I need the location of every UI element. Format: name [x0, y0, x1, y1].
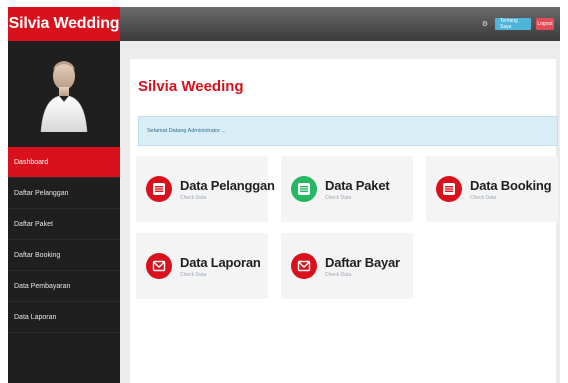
tile-data-laporan[interactable]: Data Laporan Check Data — [136, 233, 268, 299]
about-me-button[interactable]: Tentang Saya — [495, 18, 531, 30]
tile-data-pelanggan[interactable]: Data Pelanggan Check Data — [136, 156, 275, 222]
list-icon — [146, 176, 172, 202]
tile-check-link[interactable]: Check Data — [180, 272, 261, 278]
tile-title: Data Laporan — [180, 254, 261, 270]
tile-data-booking[interactable]: Data Booking Check Data — [426, 156, 558, 222]
sidebar-item-data-pembayaran[interactable]: Data Pembayaran — [8, 271, 120, 302]
logout-button[interactable]: Logout — [536, 18, 554, 30]
tile-check-link[interactable]: Check Data — [470, 195, 551, 201]
page-title: Silvia Weeding — [138, 78, 244, 95]
sidebar: Silvia Wedding Dashboard Daftar Pelangga… — [8, 7, 120, 383]
list-icon — [291, 176, 317, 202]
sidebar-item-dashboard[interactable]: Dashboard — [8, 147, 120, 178]
tile-data-paket[interactable]: Data Paket Check Data — [281, 156, 413, 222]
top-bar: ⚙ Tentang Saya Logout — [120, 7, 560, 41]
tile-check-link[interactable]: Check Data — [325, 195, 389, 201]
list-icon — [436, 176, 462, 202]
tile-title: Data Booking — [470, 177, 552, 193]
tile-daftar-bayar[interactable]: Daftar Bayar Check Data — [281, 233, 413, 299]
main-content: Silvia Weeding Selamat Datang Administra… — [120, 41, 560, 383]
envelope-icon — [291, 253, 317, 279]
tile-title: Data Pelanggan — [180, 177, 275, 193]
sidebar-item-data-laporan[interactable]: Data Laporan — [8, 302, 120, 333]
welcome-alert: Selamat Datang Administrator ... — [138, 116, 558, 146]
dashboard-panel: Silvia Weeding Selamat Datang Administra… — [130, 59, 558, 383]
tile-check-link[interactable]: Check Data — [180, 195, 275, 201]
tile-title: Daftar Bayar — [325, 254, 400, 270]
envelope-icon — [146, 253, 172, 279]
user-avatar-icon — [40, 61, 88, 132]
avatar — [8, 41, 120, 147]
tile-title: Data Paket — [325, 177, 390, 193]
tile-check-link[interactable]: Check Data — [325, 272, 400, 278]
sidebar-nav: Dashboard Daftar Pelanggan Daftar Paket … — [8, 147, 120, 333]
brand-title[interactable]: Silvia Wedding — [8, 7, 120, 41]
sidebar-item-daftar-paket[interactable]: Daftar Paket — [8, 209, 120, 240]
sidebar-item-daftar-pelanggan[interactable]: Daftar Pelanggan — [8, 178, 120, 209]
sidebar-item-daftar-booking[interactable]: Daftar Booking — [8, 240, 120, 271]
gear-icon[interactable]: ⚙ — [482, 20, 488, 28]
